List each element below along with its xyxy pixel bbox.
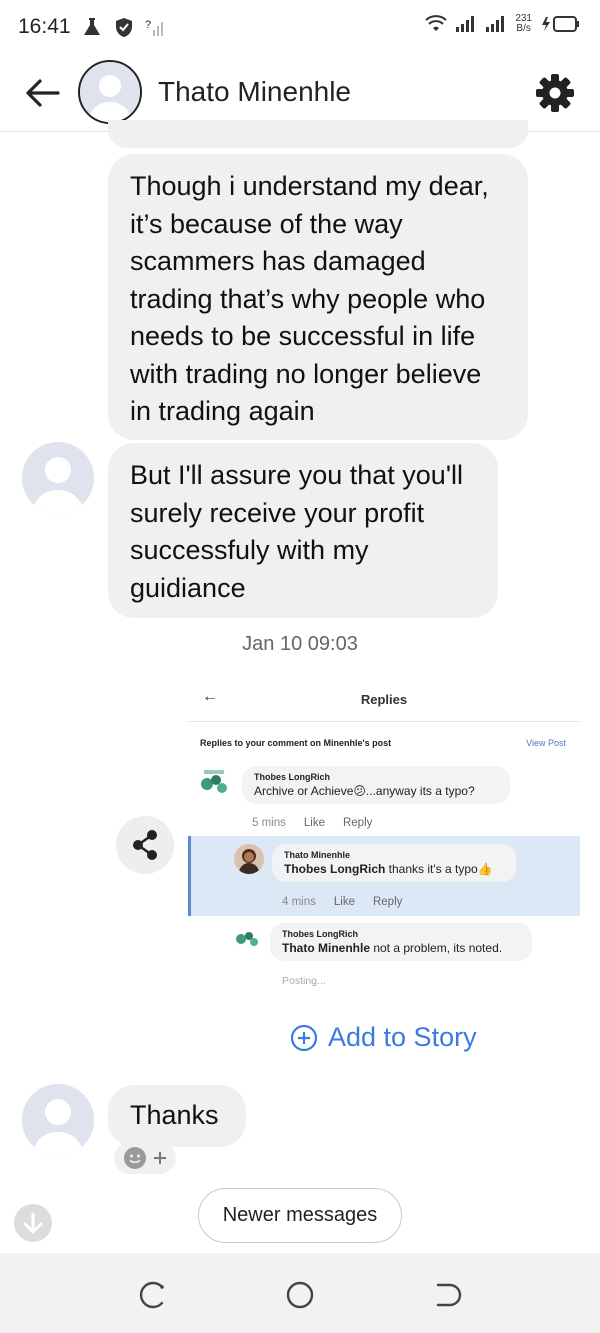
back-nav-button[interactable] <box>428 1275 468 1315</box>
plus-icon <box>154 1152 166 1164</box>
sender-avatar[interactable] <box>22 1084 94 1156</box>
signal-icon-2 <box>486 16 505 32</box>
wifi-icon <box>425 15 447 31</box>
shield-icon <box>115 18 132 37</box>
default-avatar-icon <box>22 442 94 514</box>
flask-icon <box>83 18 100 35</box>
post-title: Replies <box>360 692 408 707</box>
recents-icon <box>139 1281 164 1309</box>
arrow-left-icon <box>26 79 60 107</box>
posting-status: Posting... <box>282 975 326 987</box>
profile-photo-icon <box>234 844 264 874</box>
message-bubble[interactable]: Though i understand my dear, it’s becaus… <box>108 154 528 440</box>
newer-messages-button[interactable]: Newer messages <box>198 1188 402 1243</box>
commenter-avatar <box>232 924 262 954</box>
comment-meta: 5 mins Like Reply <box>252 817 373 829</box>
plus-circle-icon <box>290 1024 318 1051</box>
battery-charging-icon <box>542 16 579 32</box>
message-timestamp: Jan 10 09:03 <box>242 633 358 655</box>
previous-message-bubble <box>108 120 528 148</box>
share-button[interactable] <box>116 816 174 874</box>
thumbs-up-emoji-icon: 👍 <box>477 862 493 876</box>
status-bar: 16:41 ? 231 B/s <box>0 0 600 54</box>
divider <box>188 721 580 722</box>
gear-icon <box>536 74 574 112</box>
scroll-down-button[interactable] <box>14 1204 52 1242</box>
shared-image[interactable]: ← Replies Replies to your comment on Min… <box>188 672 580 992</box>
add-to-story-button[interactable]: Add to Story <box>290 1022 477 1053</box>
commenter-avatar <box>196 766 232 802</box>
default-avatar-icon <box>80 62 140 122</box>
message-bubble[interactable]: Thanks <box>108 1085 246 1147</box>
comment-bubble: Thobes LongRich Thato Minenhle not a pro… <box>270 923 532 961</box>
post-subheader: Replies to your comment on Minenhle's po… <box>200 738 392 748</box>
signal-icon <box>456 16 475 32</box>
status-time: 16:41 <box>18 15 71 38</box>
arrow-down-icon <box>23 1212 43 1234</box>
svg-text:?: ? <box>145 19 151 31</box>
logo-avatar-icon <box>232 924 262 954</box>
logo-avatar-icon <box>196 766 232 802</box>
no-sim-signal-icon: ? <box>145 19 163 36</box>
recents-button[interactable] <box>132 1275 172 1315</box>
message-bubble[interactable]: But I'll assure you that you'll surely r… <box>108 443 498 618</box>
add-reaction-button[interactable] <box>114 1142 176 1174</box>
system-nav-bar <box>0 1253 600 1333</box>
back-nav-icon <box>436 1283 462 1307</box>
sender-avatar[interactable] <box>22 442 94 514</box>
settings-button[interactable] <box>534 72 576 114</box>
share-icon <box>133 830 157 860</box>
comment-bubble: Thato Minenhle Thobes LongRich thanks it… <box>272 844 516 882</box>
view-post-link: View Post <box>526 738 566 748</box>
contact-name[interactable]: Thato Minenhle <box>158 76 351 108</box>
smiley-icon <box>124 1147 146 1169</box>
comment-bubble: Thobes LongRich Archive or Achieve😕...an… <box>242 766 510 804</box>
home-circle-icon <box>286 1281 314 1309</box>
commenter-avatar <box>234 844 264 874</box>
home-button[interactable] <box>280 1275 320 1315</box>
default-avatar-icon <box>22 1084 94 1156</box>
comment-meta: 4 mins Like Reply <box>282 896 403 908</box>
back-button[interactable] <box>22 76 62 110</box>
contact-avatar[interactable] <box>78 60 142 124</box>
confused-emoji-icon: 😕 <box>353 784 366 798</box>
net-speed: 231 B/s <box>515 13 532 34</box>
